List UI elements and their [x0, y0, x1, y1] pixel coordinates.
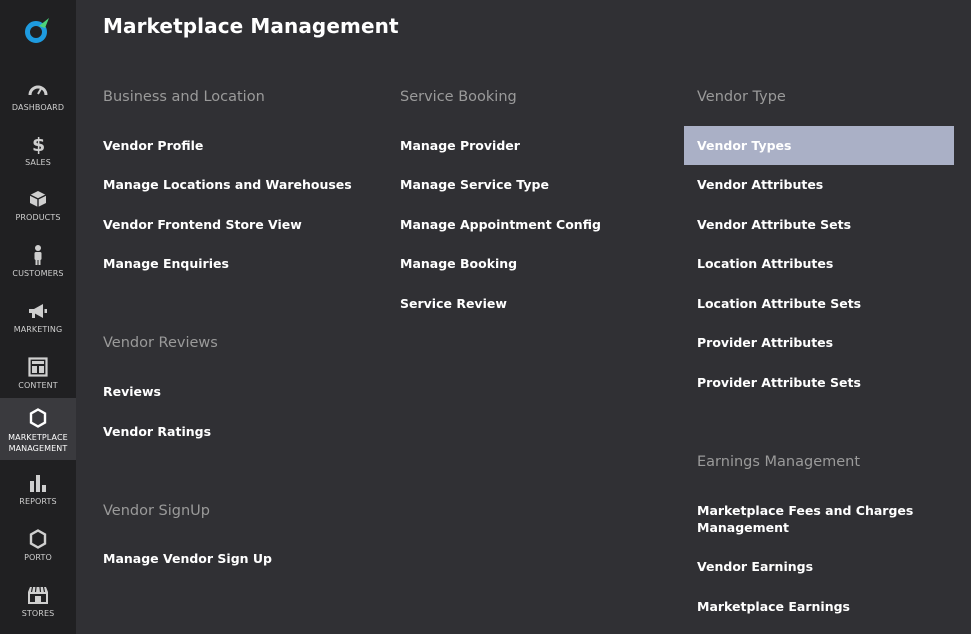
sidebar-item-marketplace-management[interactable]: MARKETPLACE MANAGEMENT — [0, 398, 76, 460]
link-location-attribute-sets[interactable]: Location Attribute Sets — [697, 295, 861, 312]
link-manage-vendor-sign-up[interactable]: Manage Vendor Sign Up — [103, 550, 272, 567]
section-title-vendor-type: Vendor Type — [697, 89, 786, 105]
link-service-review[interactable]: Service Review — [400, 295, 507, 312]
section-title-vendor-reviews: Vendor Reviews — [103, 335, 218, 351]
dollar-icon: $ — [27, 133, 49, 155]
link-vendor-attributes[interactable]: Vendor Attributes — [697, 176, 823, 193]
link-vendor-ratings[interactable]: Vendor Ratings — [103, 423, 211, 440]
page-title: Marketplace Management — [103, 14, 399, 38]
link-manage-service-type[interactable]: Manage Service Type — [400, 176, 549, 193]
sidebar-item-stores[interactable]: STORES — [0, 578, 76, 634]
admin-sidebar: DASHBOARD $ SALES PRODUCTS CUSTOMERS MAR… — [0, 0, 76, 634]
sidebar-item-label: MARKETPLACE MANAGEMENT — [8, 433, 68, 453]
bar-chart-icon — [27, 472, 49, 494]
sidebar-item-label: MARKETING — [13, 325, 63, 334]
sidebar-item-label: PRODUCTS — [15, 213, 61, 222]
sidebar-item-label: REPORTS — [19, 497, 57, 506]
link-vendor-types[interactable]: Vendor Types — [684, 126, 954, 165]
sidebar-item-label: SALES — [25, 158, 51, 167]
person-icon — [27, 244, 49, 266]
link-vendor-frontend-store-view[interactable]: Vendor Frontend Store View — [103, 216, 302, 233]
link-vendor-profile[interactable]: Vendor Profile — [103, 137, 203, 154]
sidebar-item-reports[interactable]: REPORTS — [0, 466, 76, 522]
storefront-icon — [27, 584, 49, 606]
link-manage-locations-and-warehouses[interactable]: Manage Locations and Warehouses — [103, 176, 352, 193]
section-title-service-booking: Service Booking — [400, 89, 517, 105]
sidebar-item-label: DASHBOARD — [11, 103, 65, 112]
section-title-vendor-signup: Vendor SignUp — [103, 503, 210, 519]
link-reviews[interactable]: Reviews — [103, 383, 161, 400]
link-manage-booking[interactable]: Manage Booking — [400, 255, 517, 272]
sidebar-item-porto[interactable]: PORTO — [0, 522, 76, 578]
link-manage-enquiries[interactable]: Manage Enquiries — [103, 255, 229, 272]
sidebar-item-label: CUSTOMERS — [12, 269, 64, 278]
sidebar-item-customers[interactable]: CUSTOMERS — [0, 238, 76, 294]
box-icon — [27, 188, 49, 210]
link-vendor-attribute-sets[interactable]: Vendor Attribute Sets — [697, 216, 851, 233]
link-provider-attributes[interactable]: Provider Attributes — [697, 334, 833, 351]
link-manage-appointment-config[interactable]: Manage Appointment Config — [400, 216, 601, 233]
sidebar-item-label: PORTO — [24, 553, 52, 562]
link-marketplace-earnings[interactable]: Marketplace Earnings — [697, 598, 850, 615]
logo[interactable] — [0, 0, 76, 58]
megaphone-icon — [27, 300, 49, 322]
link-marketplace-fees-and-charges-management[interactable]: Marketplace Fees and Charges Management — [697, 502, 937, 536]
sidebar-item-products[interactable]: PRODUCTS — [0, 182, 76, 238]
gauge-icon — [27, 78, 49, 100]
link-location-attributes[interactable]: Location Attributes — [697, 255, 833, 272]
hexagon-icon — [27, 528, 49, 550]
link-manage-provider[interactable]: Manage Provider — [400, 137, 520, 154]
logo-icon — [25, 18, 49, 43]
marketplace-management-panel: Marketplace Management Business and Loca… — [76, 0, 971, 634]
layout-icon — [27, 356, 49, 378]
section-title-business-and-location: Business and Location — [103, 89, 265, 105]
link-vendor-earnings[interactable]: Vendor Earnings — [697, 558, 813, 575]
sidebar-item-label: STORES — [21, 609, 55, 618]
hexagon-icon — [27, 407, 49, 429]
section-title-earnings-management: Earnings Management — [697, 454, 861, 470]
svg-text:$: $ — [32, 134, 45, 154]
sidebar-item-dashboard[interactable]: DASHBOARD — [0, 72, 76, 128]
sidebar-item-marketing[interactable]: MARKETING — [0, 294, 76, 350]
sidebar-item-sales[interactable]: $ SALES — [0, 127, 76, 183]
link-provider-attribute-sets[interactable]: Provider Attribute Sets — [697, 374, 861, 391]
sidebar-item-label: CONTENT — [18, 381, 58, 390]
